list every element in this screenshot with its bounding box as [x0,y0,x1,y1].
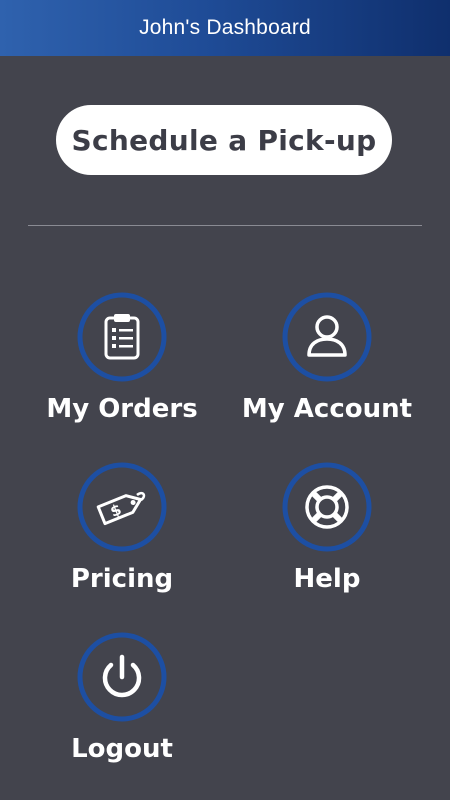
my-account-label: My Account [241,394,413,424]
app-header: John's Dashboard [0,0,450,56]
schedule-pickup-label: Schedule a Pick-up [71,123,377,157]
user-icon [282,292,372,382]
lifebuoy-icon [282,462,372,552]
clipboard-icon [77,292,167,382]
pricing-label: Pricing [70,564,174,594]
page-title: John's Dashboard [139,16,311,39]
logout-label: Logout [71,734,173,764]
power-icon [77,632,167,722]
schedule-pickup-button[interactable]: Schedule a Pick-up [56,105,392,175]
price-tag-icon: $ [77,462,167,552]
my-orders-label: My Orders [46,394,198,424]
divider [28,225,422,226]
help-label: Help [293,564,361,594]
